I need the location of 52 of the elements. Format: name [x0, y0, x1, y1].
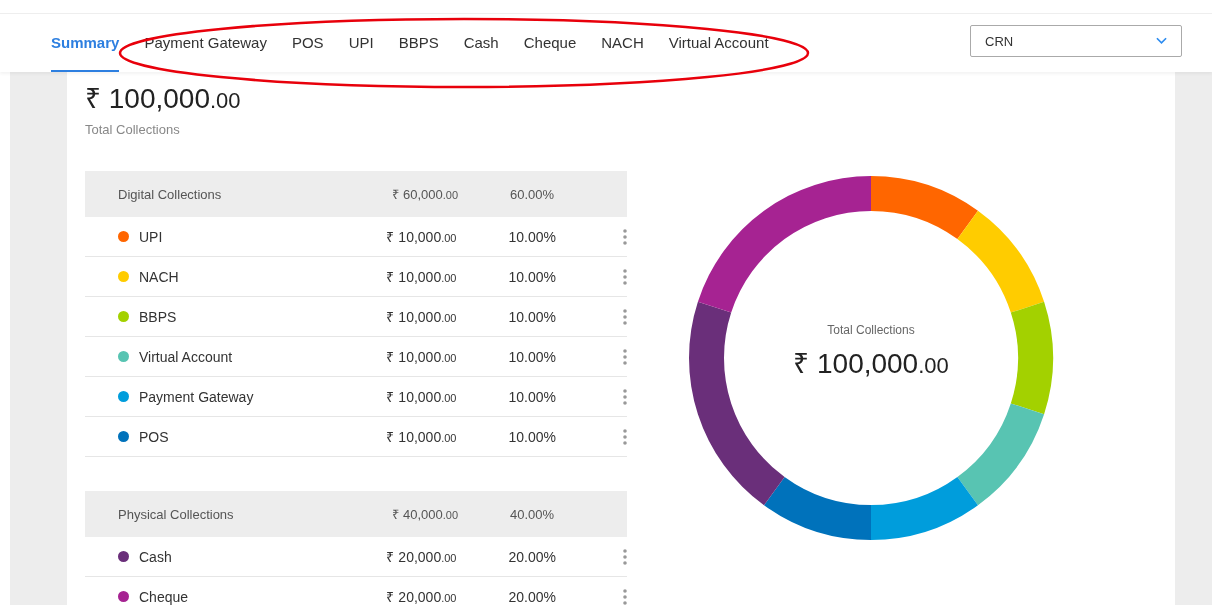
group-percent: 40.00%	[509, 506, 556, 522]
crn-dropdown[interactable]: CRN	[970, 25, 1182, 57]
percent: 10.00%	[507, 228, 557, 245]
percent: 10.00%	[507, 348, 557, 365]
tab[interactable]: Payment Gateway	[144, 14, 267, 72]
percent: 10.00%	[507, 308, 557, 325]
percent: 10.00%	[507, 428, 557, 445]
method-name: BBPS	[139, 308, 177, 325]
method-name: POS	[139, 428, 169, 445]
tab[interactable]: BBPS	[398, 14, 439, 72]
more-icon[interactable]	[623, 548, 627, 565]
donut-total: ₹ 100,000.00	[792, 347, 950, 381]
method-name: Payment Gateway	[139, 388, 254, 405]
total-amount: ₹ 100,000.00	[85, 82, 242, 116]
percent: 10.00%	[507, 268, 557, 285]
percent: 20.00%	[507, 588, 557, 605]
amount: ₹ 20,000.00	[385, 588, 457, 605]
tab[interactable]: Virtual Account	[668, 14, 769, 72]
method-name: UPI	[139, 228, 163, 245]
tab[interactable]: Cash	[463, 14, 499, 72]
more-icon[interactable]	[623, 388, 627, 405]
method-name: Cash	[139, 548, 172, 565]
tab[interactable]: UPI	[348, 14, 374, 72]
group-title: Digital Collections	[117, 186, 223, 202]
amount: ₹ 10,000.00	[385, 308, 457, 326]
method-name: NACH	[139, 268, 179, 285]
amount: ₹ 10,000.00	[385, 268, 457, 286]
amount: ₹ 10,000.00	[385, 348, 457, 366]
donut-label: Total Collections	[826, 323, 916, 337]
group-title: Physical Collections	[117, 506, 235, 522]
group-amount: ₹ 40,000.00	[391, 506, 458, 523]
more-icon[interactable]	[623, 428, 627, 445]
amount: ₹ 20,000.00	[385, 548, 457, 566]
chevron-down-icon	[1156, 37, 1167, 45]
total-label: Total Collections	[85, 122, 181, 137]
more-icon[interactable]	[623, 588, 627, 605]
tab[interactable]: Cheque	[523, 14, 577, 72]
group-amount: ₹ 60,000.00	[391, 186, 458, 203]
percent: 10.00%	[507, 388, 557, 405]
tab[interactable]: POS	[291, 14, 324, 72]
more-icon[interactable]	[623, 228, 627, 245]
more-icon[interactable]	[623, 268, 627, 285]
group-percent: 60.00%	[509, 186, 556, 202]
amount: ₹ 10,000.00	[385, 228, 457, 246]
tab[interactable]: NACH	[601, 14, 644, 72]
amount: ₹ 10,000.00	[385, 388, 457, 406]
more-icon[interactable]	[623, 308, 627, 325]
more-icon[interactable]	[623, 348, 627, 365]
method-name: Cheque	[139, 588, 189, 605]
amount: ₹ 10,000.00	[385, 428, 457, 446]
method-name: Virtual Account	[139, 348, 233, 365]
percent: 20.00%	[507, 548, 557, 565]
